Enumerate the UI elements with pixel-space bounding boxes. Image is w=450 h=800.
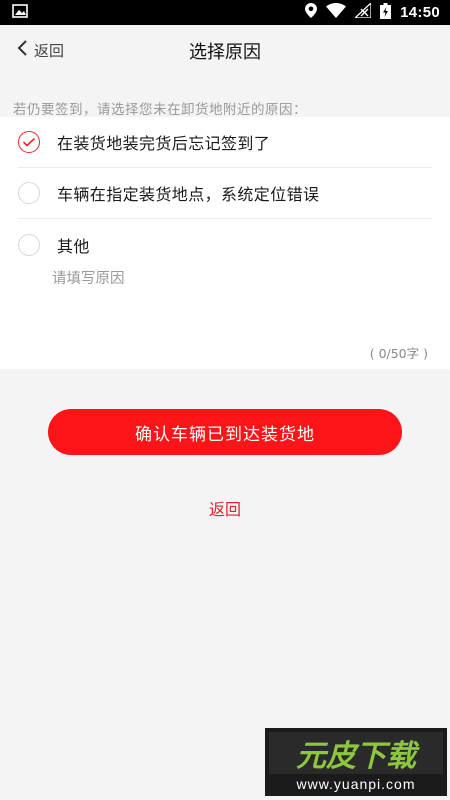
option-label: 在装货地装完货后忘记签到了 [57,134,271,153]
confirm-arrival-button[interactable]: 确认车辆已到达装货地 [48,409,402,455]
reason-option-location-error[interactable]: 车辆在指定装货地点，系统定位错误 [18,168,432,219]
reason-option-forgot-checkin[interactable]: 在装货地装完货后忘记签到了 [18,117,432,168]
header: 返回 选择原因 [0,25,450,77]
no-signal-icon [353,1,372,22]
battery-charging-icon [380,2,392,23]
reason-input[interactable] [52,267,432,327]
reason-option-other[interactable]: 其他 [18,219,432,270]
wifi-icon [326,2,347,22]
option-label: 车辆在指定装货地点，系统定位错误 [57,185,320,204]
page-title: 选择原因 [189,42,261,63]
location-icon [305,3,318,22]
reason-options-card: 在装货地装完货后忘记签到了 车辆在指定装货地点，系统定位错误 其他 ( 0/50… [0,117,450,369]
image-icon [12,3,28,22]
status-time: 14:50 [400,4,440,21]
radio-checked-icon[interactable] [18,131,40,153]
svg-text:元皮下载: 元皮下载 [296,739,420,774]
status-bar: 14:50 [0,0,450,25]
reason-prompt: 若仍要签到，请选择您未在卸货地附近的原因： [13,102,307,118]
radio-unchecked-icon[interactable] [18,182,40,204]
radio-unchecked-icon[interactable] [18,233,40,256]
svg-text:www.yuanpi.com: www.yuanpi.com [295,776,415,792]
return-link[interactable]: 返回 [0,496,450,520]
watermark-logo: 元皮下载 www.yuanpi.com [265,728,447,796]
option-label: 其他 [57,236,90,256]
char-count: ( 0/50字 ) [369,346,428,361]
